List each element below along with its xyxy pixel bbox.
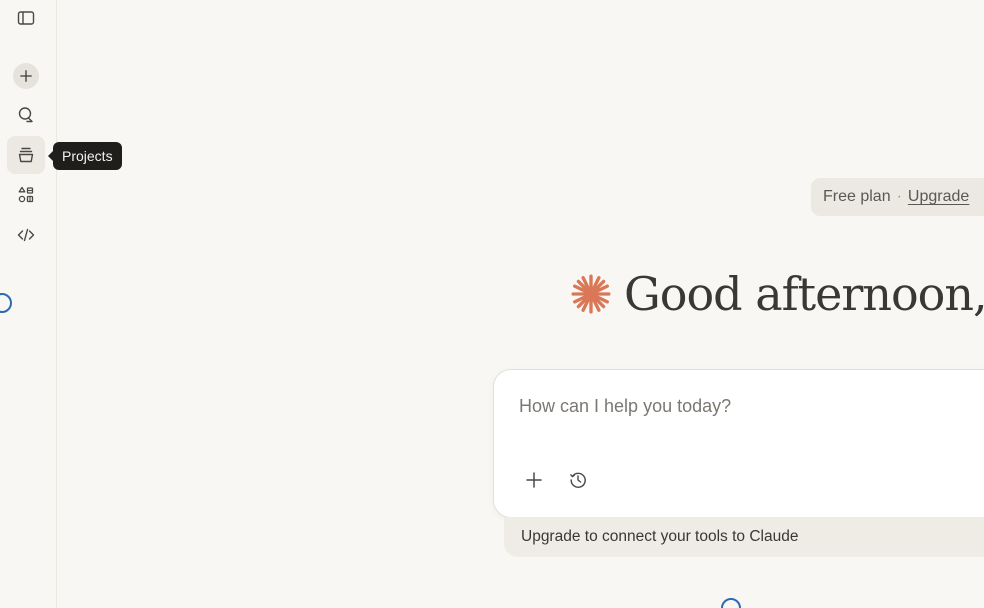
plan-label: Free plan	[823, 188, 891, 205]
plus-icon	[20, 70, 32, 82]
claude-spark-icon	[571, 274, 611, 314]
sidebar-item-code[interactable]	[7, 216, 45, 254]
projects-tooltip: Projects	[48, 142, 122, 170]
add-content-button[interactable]	[519, 465, 549, 495]
sidebar-toggle-button[interactable]	[7, 0, 45, 37]
connect-tools-banner[interactable]: Upgrade to connect your tools to Claude	[504, 517, 984, 557]
greeting-text: Good afternoon,	[624, 267, 984, 321]
plan-badge: Free plan · Upgrade	[811, 178, 984, 216]
sidebar-item-chats[interactable]	[7, 96, 45, 134]
sidebar-item-projects[interactable]	[7, 136, 45, 174]
sidebar-item-artifacts[interactable]	[7, 176, 45, 214]
new-chat-button[interactable]	[7, 57, 45, 95]
upgrade-link[interactable]: Upgrade	[908, 188, 969, 206]
projects-stack-icon	[18, 147, 34, 163]
code-icon	[17, 228, 35, 242]
cursor-marker	[721, 598, 741, 608]
sidebar-toggle-icon	[17, 11, 35, 25]
chat-bubbles-icon	[18, 107, 33, 123]
composer-card	[493, 369, 984, 518]
plan-separator: ·	[896, 188, 902, 205]
new-chat-circle	[13, 63, 39, 89]
plus-icon	[526, 472, 542, 488]
greeting: Good afternoon,	[570, 262, 984, 326]
prompt-input[interactable]	[519, 396, 979, 417]
artifacts-grid-icon	[18, 186, 34, 203]
history-button[interactable]	[563, 465, 593, 495]
clock-history-icon	[570, 472, 586, 488]
app-window: Projects Free plan · Upgrade Good aftern…	[0, 0, 984, 608]
